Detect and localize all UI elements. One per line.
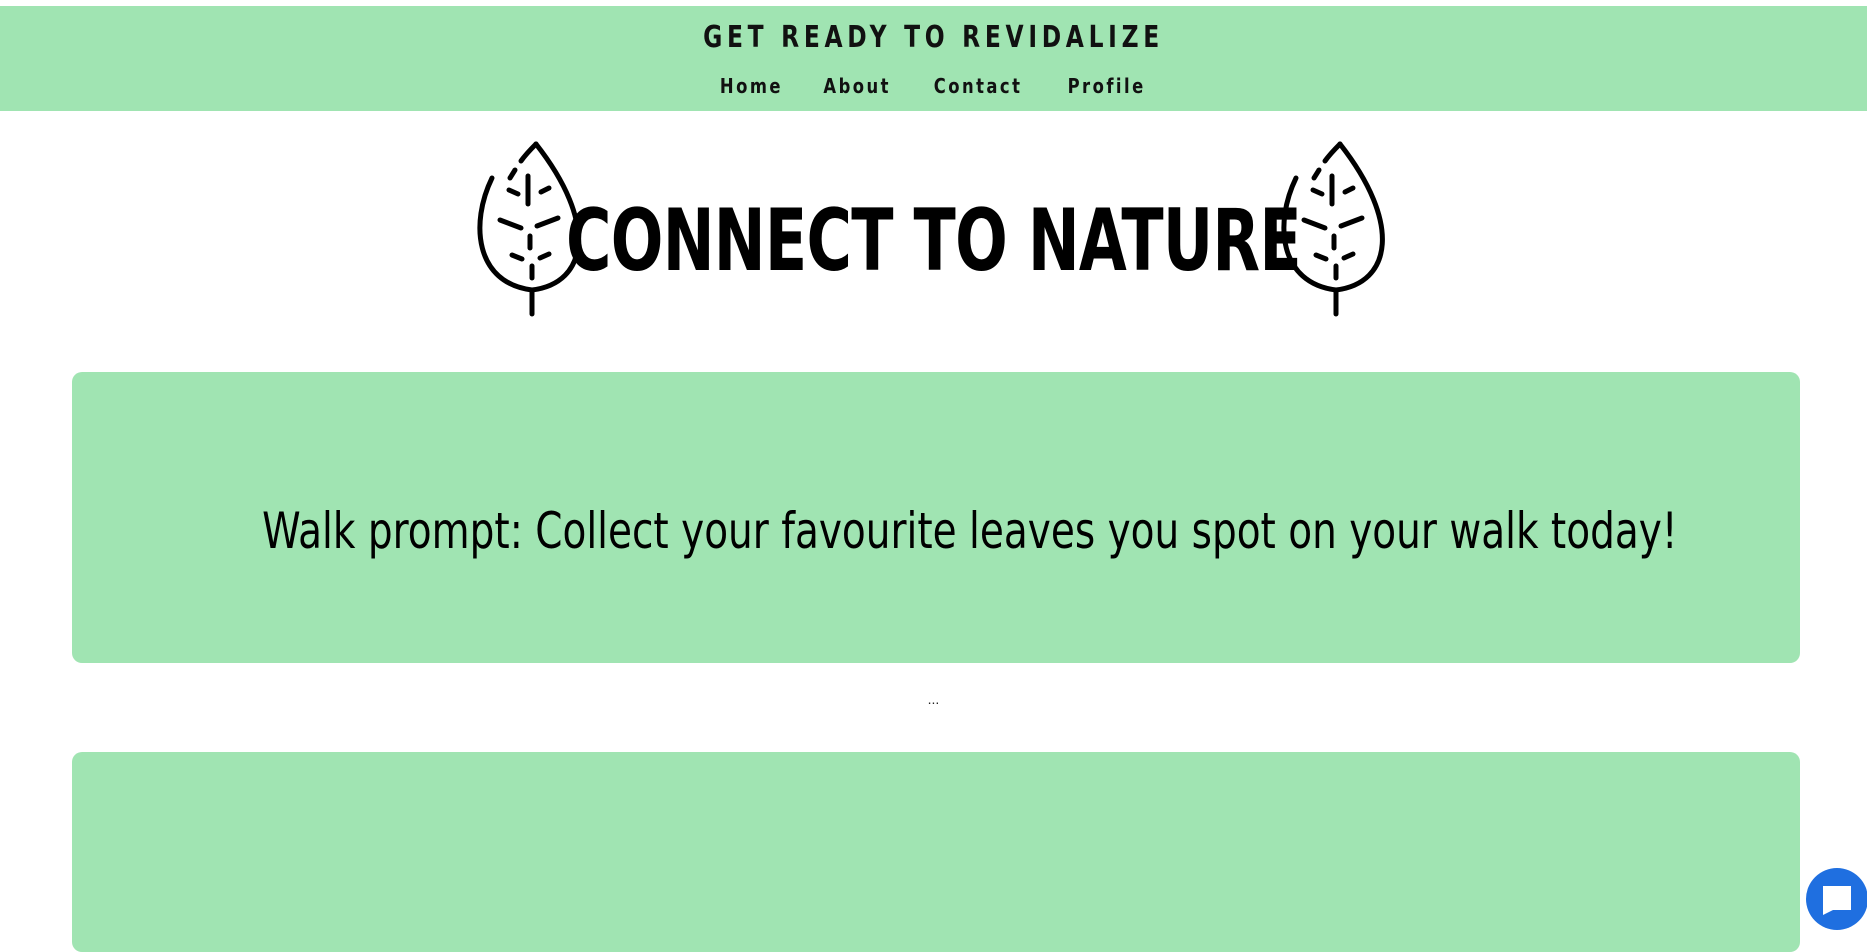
site-header: GET READY TO REVIDALIZE Home About Conta…	[0, 6, 1867, 111]
site-title: GET READY TO REVIDALIZE	[703, 20, 1164, 55]
nav-contact-link[interactable]: Contact	[934, 74, 1023, 98]
walk-prompt-text: Walk prompt: Collect your favourite leav…	[262, 502, 1678, 560]
leaf-icon	[1281, 141, 1385, 317]
chat-bubble-icon	[1823, 886, 1851, 915]
nav-about-link[interactable]: About	[823, 74, 891, 98]
hero-section: CONNECT TO NATURE	[0, 138, 1867, 328]
separator-ellipsis: ...	[927, 691, 940, 707]
chat-widget-button[interactable]	[1806, 868, 1867, 930]
nav-profile-link[interactable]: Profile	[1067, 74, 1145, 98]
walk-prompt-card: Walk prompt: Collect your favourite leav…	[72, 372, 1800, 663]
main-nav: Home About Contact Profile	[0, 74, 1867, 98]
nav-home-link[interactable]: Home	[720, 74, 783, 98]
content-card	[72, 752, 1800, 952]
